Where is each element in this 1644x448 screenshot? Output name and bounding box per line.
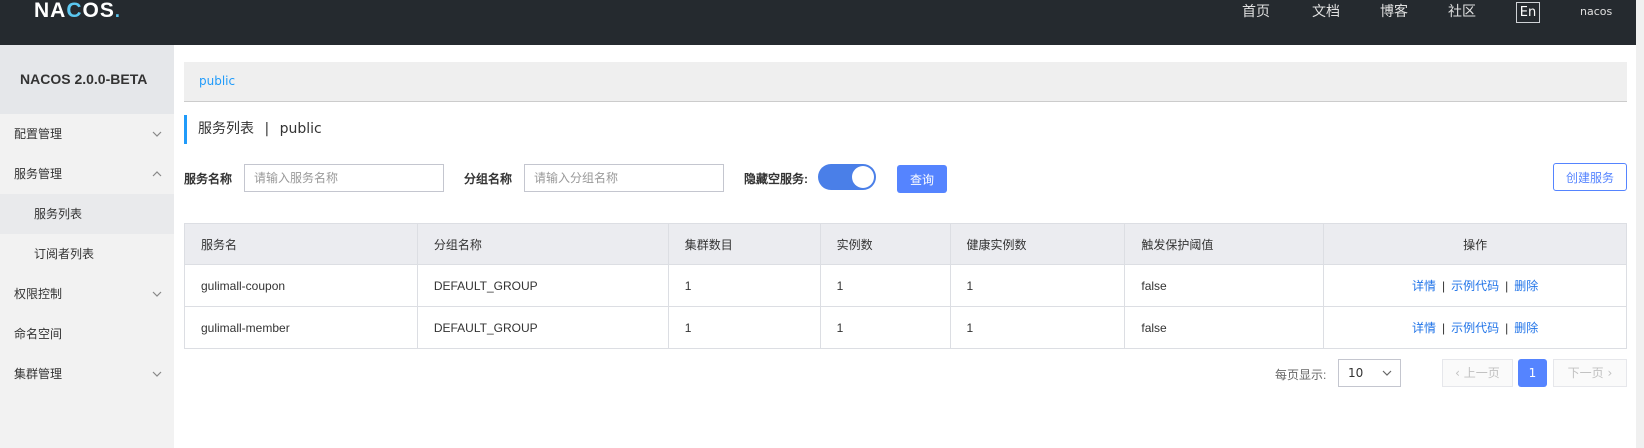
table-header-row: 服务名 分组名称 集群数目 实例数 健康实例数 触发保护阈值 操作 [184,223,1627,265]
healthy-instance-count-cell: 1 [950,264,1126,307]
sidebar-item-config-management[interactable]: 配置管理 [0,114,174,154]
nav-docs-link[interactable]: 文档 [1312,0,1340,24]
prev-page-label: 上一页 [1463,366,1500,380]
user-menu[interactable]: nacos [1580,0,1612,24]
group-name-label: 分组名称 [464,172,513,186]
actions-cell: 详情 | 示例代码 | 删除 [1323,264,1627,307]
sidebar-item-cluster-management[interactable]: 集群管理 [0,354,174,394]
prev-page-button[interactable]: ‹ 上一页 [1442,359,1513,387]
chevron-right-icon: › [1603,366,1613,380]
next-page-label: 下一页 [1567,366,1604,380]
sidebar-item-service-list[interactable]: 服务列表 [0,194,174,234]
nav-blog-link[interactable]: 博客 [1380,0,1408,24]
group-name-cell: DEFAULT_GROUP [417,306,669,349]
healthy-instance-count-cell: 1 [950,306,1126,349]
chevron-up-icon [152,171,162,177]
service-name-cell: gulimall-member [184,306,418,349]
group-name-input[interactable] [524,164,724,192]
sidebar-item-namespace[interactable]: 命名空间 [0,314,174,354]
query-button[interactable]: 查询 [897,165,947,193]
cluster-count-cell: 1 [668,264,821,307]
table-row: gulimall-member DEFAULT_GROUP 1 1 1 fals… [184,306,1627,349]
chevron-down-icon [152,291,162,297]
page-title-separator: | [264,121,270,137]
sidebar: NACOS 2.0.0-BETA 配置管理 服务管理 服务列表 订阅者列表 权限… [0,45,174,448]
sidebar-item-label: 权限控制 [14,287,63,301]
protect-threshold-cell: false [1124,264,1325,307]
current-page-button[interactable]: 1 [1518,359,1547,387]
sidebar-item-subscriber-list[interactable]: 订阅者列表 [0,234,174,274]
sample-code-link[interactable]: 示例代码 [1451,321,1499,335]
page-title-text: 服务列表 [198,121,254,137]
chevron-down-icon [1382,370,1392,376]
sidebar-item-label: 订阅者列表 [34,247,95,261]
page-size-select[interactable]: 10 [1338,359,1401,387]
namespace-link[interactable]: public [199,74,235,88]
page-title-namespace: public [279,121,322,137]
hide-empty-toggle[interactable] [818,164,876,190]
column-header: 操作 [1323,223,1627,265]
group-name-cell: DEFAULT_GROUP [417,264,669,307]
main-content: public 服务列表 | public 服务名称 分组名称 隐藏空服务: 查询… [184,45,1628,448]
hide-empty-label: 隐藏空服务: [744,172,808,186]
cluster-count-cell: 1 [668,306,821,349]
column-header[interactable]: 触发保护阈值 [1124,223,1325,265]
sample-code-link[interactable]: 示例代码 [1451,279,1499,293]
service-table: 服务名 分组名称 集群数目 实例数 健康实例数 触发保护阈值 操作 gulima… [184,223,1627,349]
column-header[interactable]: 实例数 [820,223,951,265]
protect-threshold-cell: false [1124,306,1325,349]
sidebar-item-label: 命名空间 [14,327,63,341]
sidebar-item-label: 集群管理 [14,367,63,381]
sidebar-item-access-control[interactable]: 权限控制 [0,274,174,314]
service-name-label: 服务名称 [184,172,233,186]
column-header[interactable]: 集群数目 [668,223,821,265]
sidebar-title: NACOS 2.0.0-BETA [0,45,174,114]
column-header[interactable]: 健康实例数 [950,223,1126,265]
column-header[interactable]: 服务名 [184,223,418,265]
chevron-left-icon: ‹ [1455,366,1464,380]
top-navbar: NACOS. 首页 文档 博客 社区 En nacos [0,0,1644,45]
nacos-logo[interactable]: NACOS. [34,0,121,22]
namespace-bar: public [184,62,1627,102]
column-header[interactable]: 分组名称 [417,223,669,265]
language-switch-button[interactable]: En [1516,2,1540,23]
sidebar-item-label: 服务管理 [14,167,63,181]
toggle-knob [852,166,874,188]
service-name-input[interactable] [244,164,444,192]
delete-link[interactable]: 删除 [1514,321,1538,335]
page-title: 服务列表 | public [184,115,322,144]
chevron-down-icon [152,131,162,137]
instance-count-cell: 1 [820,264,951,307]
service-name-cell: gulimall-coupon [184,264,418,307]
details-link[interactable]: 详情 [1412,279,1436,293]
actions-cell: 详情 | 示例代码 | 删除 [1323,306,1627,349]
table-row: gulimall-coupon DEFAULT_GROUP 1 1 1 fals… [184,264,1627,307]
details-link[interactable]: 详情 [1412,321,1436,335]
create-service-button[interactable]: 创建服务 [1553,163,1627,191]
logo-text-b: C [66,0,83,22]
logo-text-c: OS [82,0,115,22]
sidebar-item-label: 配置管理 [14,127,63,141]
chevron-down-icon [152,371,162,377]
logo-text-a: NA [34,0,67,22]
page-scrollbar[interactable] [1636,0,1644,448]
sidebar-item-label: 服务列表 [34,207,83,221]
instance-count-cell: 1 [820,306,951,349]
page-size-value: 10 [1348,366,1364,380]
nav-home-link[interactable]: 首页 [1242,0,1270,24]
delete-link[interactable]: 删除 [1514,279,1538,293]
nav-community-link[interactable]: 社区 [1448,0,1476,24]
next-page-button[interactable]: 下一页 › [1553,359,1627,387]
page-size-label: 每页显示: [1275,368,1327,382]
sidebar-item-service-management[interactable]: 服务管理 [0,154,174,194]
